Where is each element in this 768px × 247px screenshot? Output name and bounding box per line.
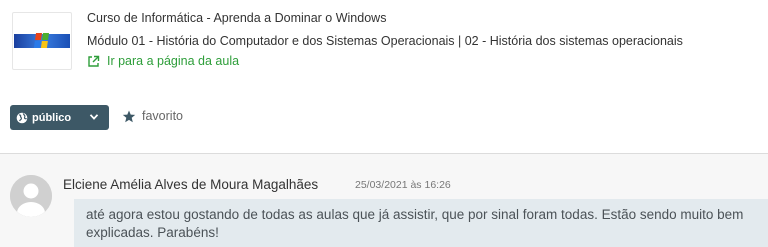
chevron-down-icon (89, 114, 99, 120)
module-lesson-line: Módulo 01 - História do Computador e dos… (87, 34, 683, 48)
comment-text: até agora estou gostando de todas as aul… (86, 207, 744, 240)
favorite-label: favorito (142, 109, 183, 123)
windows-logo-icon (14, 33, 70, 48)
comment-item: Elciene Amélia Alves de Moura Magalhães … (0, 154, 768, 247)
star-icon (122, 110, 136, 122)
external-link-icon (88, 55, 100, 67)
comment-timestamp: 25/03/2021 às 16:26 (355, 179, 451, 191)
comment-author[interactable]: Elciene Amélia Alves de Moura Magalhães (63, 177, 318, 192)
course-title: Curso de Informática - Aprenda a Dominar… (87, 11, 387, 25)
visibility-label: público (32, 111, 72, 124)
comment-bubble: até agora estou gostando de todas as aul… (74, 199, 768, 247)
visibility-dropdown-button[interactable]: público (10, 105, 109, 130)
course-thumbnail[interactable] (12, 12, 72, 70)
lesson-link-label: Ir para a página da aula (107, 54, 240, 68)
lesson-page-link[interactable]: Ir para a página da aula (87, 54, 239, 68)
favorite-button[interactable]: favorito (122, 109, 183, 123)
course-card: Curso de Informática - Aprenda a Dominar… (0, 0, 768, 150)
user-avatar-icon[interactable] (10, 175, 52, 217)
globe-icon (16, 112, 28, 123)
